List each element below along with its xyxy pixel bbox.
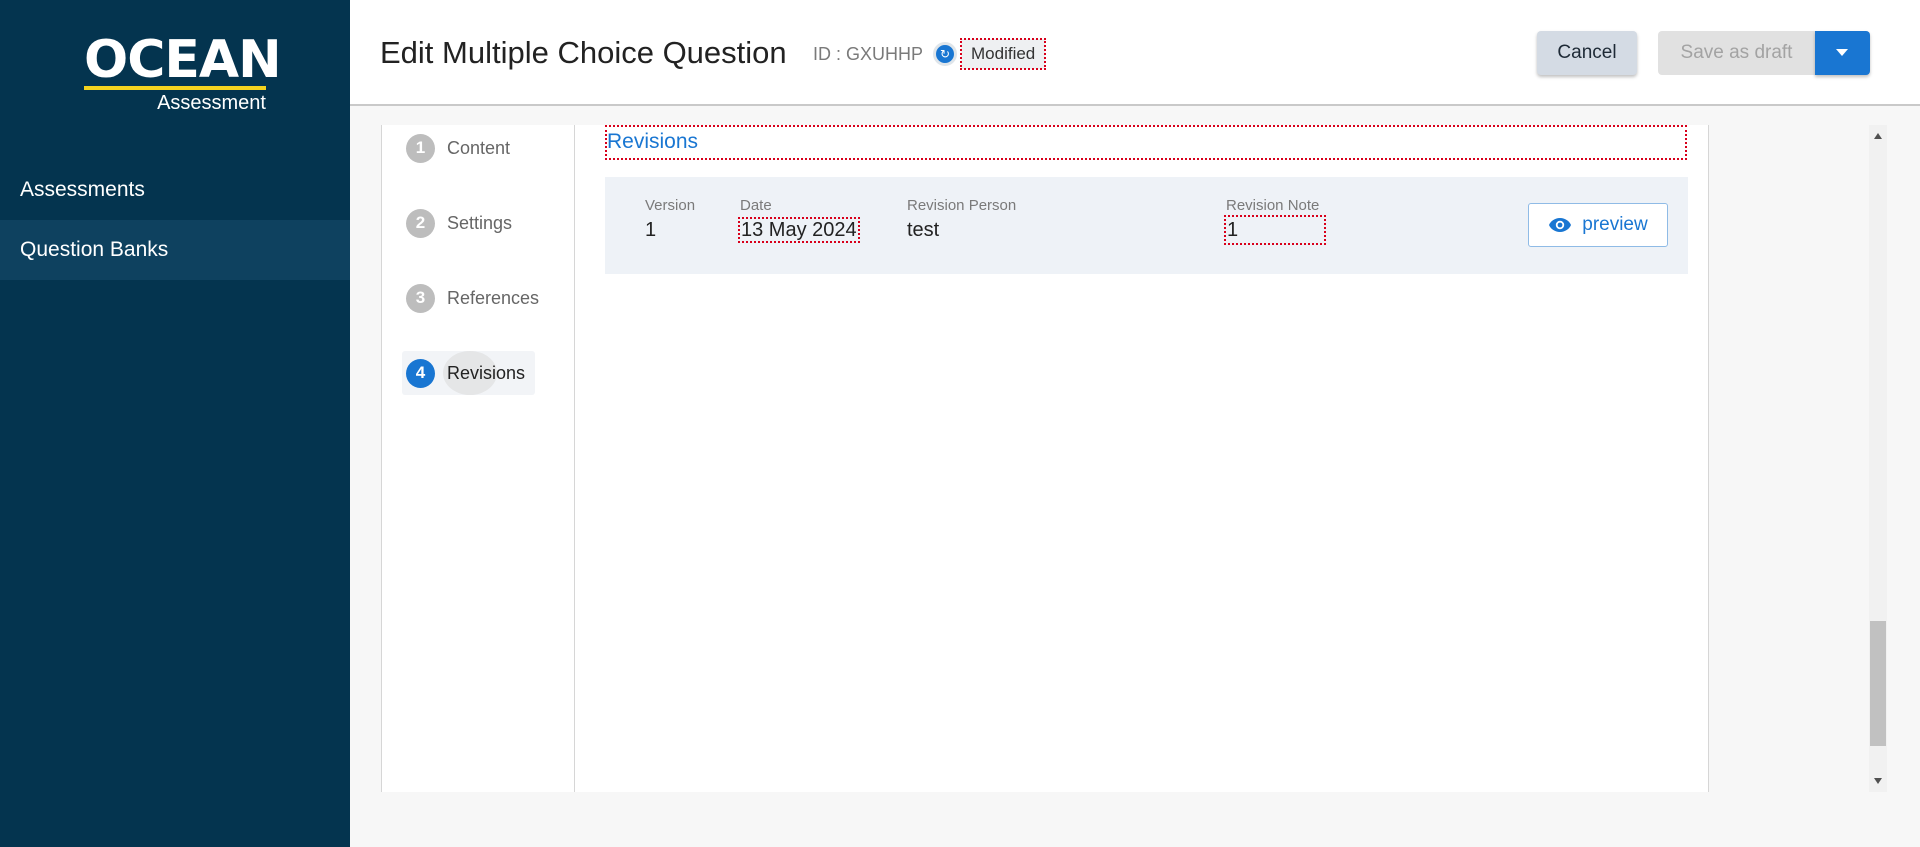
- scroll-up-arrow-icon[interactable]: [1874, 133, 1882, 139]
- page-header: Edit Multiple Choice Question ID : GXUHH…: [350, 0, 1920, 106]
- revision-date: Date 13 May 2024: [738, 197, 860, 243]
- revisions-section-title: Revisions: [605, 125, 1687, 160]
- caret-down-icon: [1836, 49, 1848, 56]
- step-label: Content: [447, 137, 511, 158]
- ocean-assessment-logo[interactable]: OCEAN Assessment: [84, 30, 282, 114]
- note-label: Revision Note: [1226, 197, 1320, 214]
- revision-row: Version 1 Date 13 May 2024 Revision Pers…: [605, 177, 1688, 274]
- step-number: 2: [406, 208, 435, 238]
- scrollbar-thumb[interactable]: [1870, 621, 1886, 746]
- step-settings[interactable]: 2 Settings: [406, 207, 512, 239]
- sync-icon: ↻: [933, 42, 957, 66]
- preview-button[interactable]: preview: [1528, 203, 1668, 247]
- step-label: Settings: [447, 212, 513, 233]
- step-number: 3: [406, 283, 435, 313]
- step-content[interactable]: 1 Content: [406, 132, 510, 164]
- vertical-scrollbar[interactable]: [1869, 125, 1887, 792]
- sidebar: OCEAN Assessment Assessments Question Ba…: [0, 0, 350, 847]
- status-indicator: ↻ Modified: [933, 37, 1047, 71]
- status-badge: Modified: [959, 38, 1047, 70]
- page-title: Edit Multiple Choice Question: [380, 35, 787, 70]
- revision-version: Version 1: [645, 197, 695, 243]
- save-options-dropdown-button[interactable]: [1815, 31, 1870, 75]
- note-value: 1: [1224, 215, 1326, 245]
- version-label: Version: [645, 197, 696, 214]
- cancel-button[interactable]: Cancel: [1537, 31, 1637, 75]
- revision-person: Revision Person test: [907, 197, 1016, 243]
- date-label: Date: [740, 197, 772, 214]
- sidebar-item-question-banks[interactable]: Question Banks: [0, 220, 350, 280]
- eye-icon: [1549, 218, 1572, 232]
- logo-underline: [84, 86, 266, 90]
- save-as-draft-button[interactable]: Save as draft: [1658, 31, 1815, 75]
- person-value: test: [907, 219, 940, 241]
- person-label: Revision Person: [907, 197, 1017, 214]
- sidebar-item-assessments[interactable]: Assessments: [0, 160, 350, 220]
- revision-note: Revision Note 1: [1224, 197, 1326, 245]
- step-label: Revisions: [447, 362, 526, 383]
- preview-button-label: preview: [1582, 214, 1648, 235]
- date-value: 13 May 2024: [738, 217, 860, 243]
- version-value: 1: [645, 219, 657, 241]
- step-label: References: [447, 287, 540, 308]
- step-references[interactable]: 3 References: [406, 282, 539, 314]
- steps-divider: [574, 125, 575, 792]
- logo-wordmark: OCEAN: [84, 30, 282, 90]
- scroll-down-arrow-icon[interactable]: [1874, 778, 1882, 784]
- step-number: 4: [406, 358, 435, 388]
- question-id: ID : GXUHHP: [813, 44, 924, 64]
- step-number: 1: [406, 133, 435, 163]
- logo-subtitle: Assessment: [157, 92, 266, 114]
